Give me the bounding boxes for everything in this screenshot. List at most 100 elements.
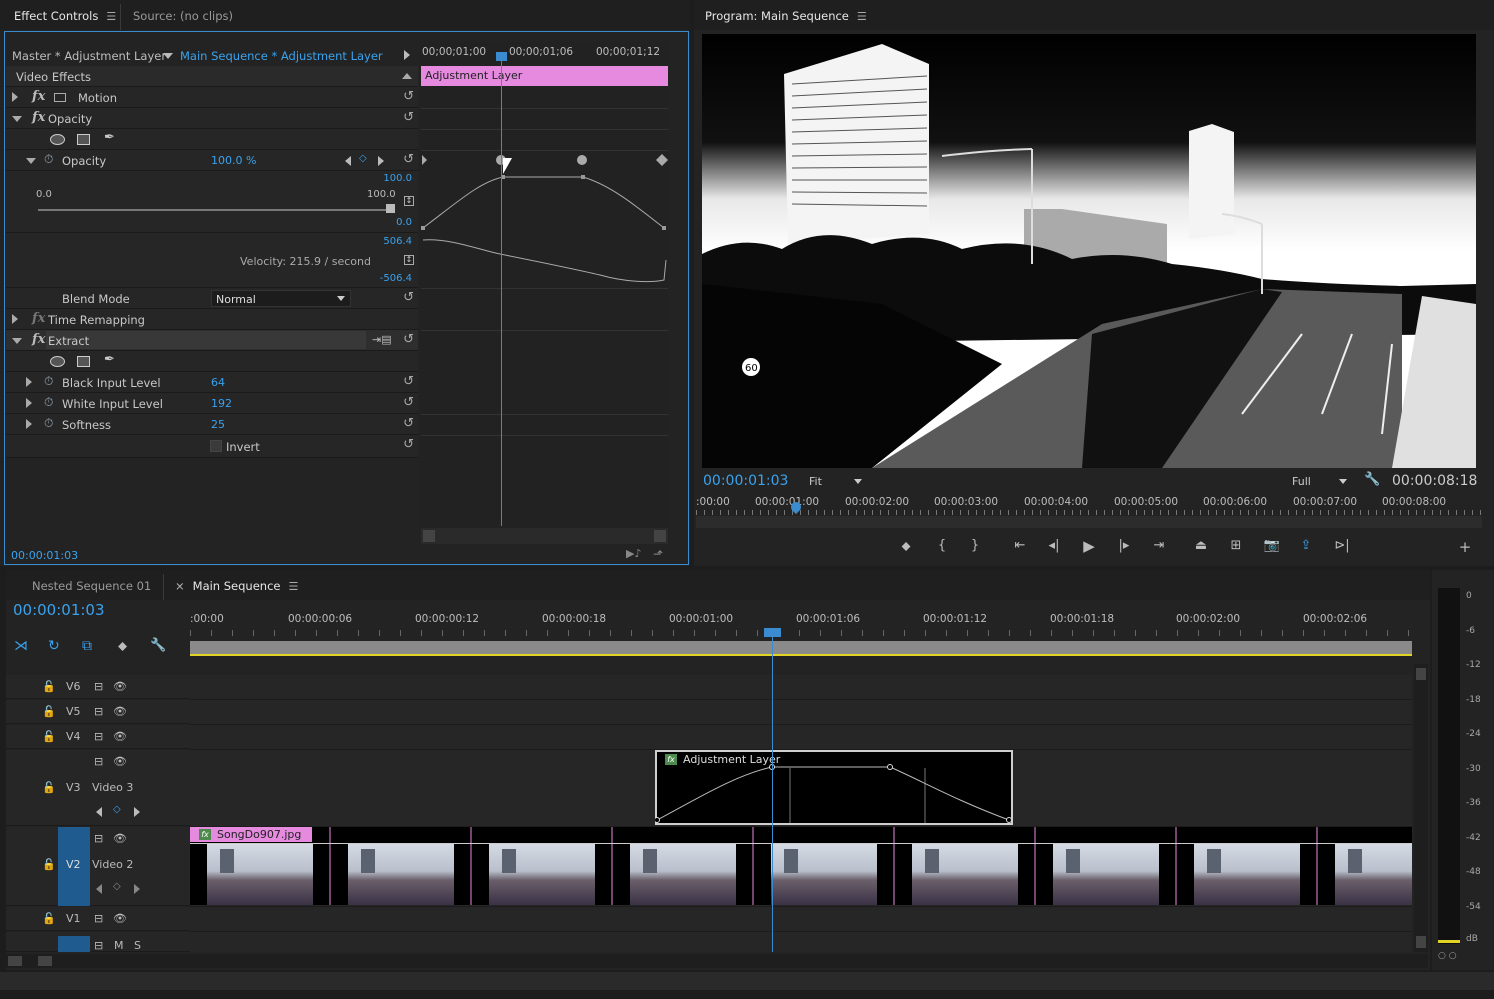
sequence-clip-label[interactable]: Main Sequence * Adjustment Layer — [180, 49, 383, 63]
add-keyframe-icon[interactable]: ◇ — [359, 153, 367, 164]
tab-source[interactable]: Source: (no clips) — [133, 0, 233, 30]
reset-icon[interactable]: ↺ — [403, 437, 414, 452]
close-tab-icon[interactable]: × — [175, 579, 185, 593]
reset-icon[interactable]: ↺ — [403, 416, 414, 431]
timeline-current-time[interactable]: 00:00:01:03 — [13, 601, 105, 619]
effect-row-time-remapping[interactable]: fx Time Remapping — [6, 309, 418, 330]
track-header-v1[interactable]: 🔓 V1 ⊟ 👁 — [6, 907, 190, 931]
fx-icon[interactable]: fx — [32, 110, 45, 125]
black-input-level-row[interactable]: ⏱ Black Input Level 64 ↺ — [6, 372, 418, 393]
lock-icon[interactable]: 🔓 — [42, 781, 56, 794]
ellipse-mask-icon[interactable] — [50, 356, 65, 367]
track-header-a1[interactable]: ⊟ M S — [6, 932, 190, 952]
rectangle-mask-icon[interactable] — [77, 356, 90, 367]
add-keyframe-icon[interactable]: ◇ — [113, 804, 121, 815]
play-icon[interactable]: ▶ — [1079, 537, 1099, 555]
expand-icon[interactable] — [12, 314, 18, 324]
panel-menu-icon[interactable]: ☰ — [106, 10, 116, 23]
timeline-playhead-line[interactable] — [772, 636, 773, 952]
reset-icon[interactable]: ↺ — [403, 332, 414, 347]
nest-toggle-icon[interactable]: ⧉ — [82, 638, 92, 654]
stopwatch-icon[interactable]: ⏱ — [44, 374, 53, 389]
ec-playhead-handle[interactable] — [496, 52, 507, 61]
graph-scale-icon[interactable]: ↕ — [404, 255, 414, 265]
sync-lock-icon[interactable]: ⊟ — [94, 705, 103, 718]
blend-mode-dropdown[interactable]: Normal — [211, 290, 351, 307]
timeline-playhead-handle[interactable] — [764, 628, 781, 637]
collapse-icon[interactable] — [26, 158, 36, 164]
ec-clip-bar[interactable]: Adjustment Layer — [421, 66, 668, 86]
snap-icon[interactable]: ⋊ — [14, 638, 28, 654]
share-icon[interactable]: ⇪ — [1296, 538, 1316, 553]
eye-icon[interactable]: 👁 — [113, 832, 127, 845]
eye-icon[interactable]: 👁 — [113, 755, 127, 768]
mark-out-icon[interactable]: } — [965, 538, 985, 553]
track-header-v6[interactable]: 🔓 V6 ⊟ 👁 — [6, 675, 190, 699]
graph-scale-icon[interactable]: ↕ — [404, 196, 414, 206]
track-header-v2[interactable]: ⊟ 👁 🔓 V2 Video 2 ◇ — [6, 827, 190, 906]
opacity-slider-handle[interactable] — [386, 204, 395, 213]
expand-icon[interactable] — [12, 92, 18, 102]
effect-list-icon[interactable]: ⇥▤ — [372, 333, 392, 346]
effect-row-extract[interactable]: fx Extract ⇥▤ ↺ — [6, 330, 418, 351]
solo-button[interactable]: S — [134, 939, 141, 952]
next-keyframe-icon[interactable] — [134, 884, 140, 894]
image-clip[interactable]: fx SongDo907.jpg — [190, 827, 1412, 905]
add-keyframe-icon[interactable]: ◇ — [113, 881, 121, 892]
timeline-vertical-scrollbar[interactable] — [1414, 664, 1428, 952]
track-header-v4[interactable]: 🔓 V4 ⊟ 👁 — [6, 725, 190, 749]
stopwatch-icon[interactable]: ⏱ — [44, 395, 53, 410]
quality-dropdown[interactable]: Full — [1288, 474, 1350, 490]
white-input-level-row[interactable]: ⏱ White Input Level 192 ↺ — [6, 393, 418, 414]
collapse-icon[interactable] — [12, 338, 22, 344]
tab-program[interactable]: Program: Main Sequence ☰ — [705, 0, 867, 30]
master-dropdown-icon[interactable] — [163, 53, 173, 59]
reset-icon[interactable]: ↺ — [403, 152, 414, 167]
rectangle-mask-icon[interactable] — [77, 134, 90, 145]
go-to-in-icon[interactable]: ⇤ — [1010, 538, 1030, 553]
add-marker-icon[interactable]: ⬥ — [896, 539, 916, 554]
eye-icon[interactable]: 👁 — [113, 912, 127, 925]
filter-audio-icon[interactable]: ▶♪ — [626, 547, 641, 560]
reset-icon[interactable]: ↺ — [403, 395, 414, 410]
trim-icon[interactable]: ⊳| — [1332, 538, 1352, 553]
ec-keyframe-graph[interactable] — [420, 150, 670, 290]
work-area-bar[interactable] — [190, 641, 1412, 655]
lock-icon[interactable]: 🔓 — [42, 730, 56, 743]
scroll-up-icon[interactable] — [402, 73, 412, 79]
mark-in-icon[interactable]: { — [932, 538, 952, 553]
scroll-handle[interactable] — [1416, 668, 1426, 680]
eye-icon[interactable]: 👁 — [113, 730, 127, 743]
meter-solo-icons[interactable]: ○ ○ — [1438, 951, 1457, 961]
next-keyframe-icon[interactable] — [378, 156, 384, 166]
export-icon[interactable]: ⬏ — [653, 547, 663, 561]
sync-lock-icon[interactable]: ⊟ — [94, 755, 103, 768]
stopwatch-icon[interactable]: ⏱ — [44, 416, 53, 431]
scroll-handle[interactable] — [38, 956, 52, 966]
prev-keyframe-icon[interactable] — [345, 156, 351, 166]
effect-row-opacity[interactable]: fx Opacity ↺ — [6, 108, 418, 129]
fx-icon[interactable]: fx — [32, 332, 45, 347]
lock-icon[interactable]: 🔓 — [42, 912, 56, 925]
prev-keyframe-icon[interactable] — [96, 807, 102, 817]
lock-icon[interactable]: 🔓 — [42, 858, 56, 871]
program-scrub-bar[interactable] — [696, 516, 1482, 528]
lift-icon[interactable]: ⏏ — [1191, 538, 1211, 553]
opacity-rubberband-line[interactable] — [190, 843, 1412, 844]
scroll-handle[interactable] — [423, 530, 435, 542]
reset-icon[interactable]: ↺ — [403, 110, 414, 125]
tab-effect-controls[interactable]: Effect Controls ☰ — [14, 0, 116, 30]
sync-lock-icon[interactable]: ⊟ — [94, 730, 103, 743]
ec-scrollbar[interactable] — [421, 528, 668, 544]
collapse-timeline-icon[interactable] — [404, 50, 410, 60]
opacity-value[interactable]: 100.0 % — [211, 154, 256, 167]
next-keyframe-icon[interactable] — [134, 807, 140, 817]
expand-icon[interactable] — [26, 419, 32, 429]
reset-icon[interactable]: ↺ — [403, 374, 414, 389]
scroll-handle[interactable] — [1416, 936, 1426, 948]
reset-icon[interactable]: ↺ — [403, 89, 414, 104]
lock-icon[interactable]: 🔓 — [42, 705, 56, 718]
eye-icon[interactable]: 👁 — [113, 680, 127, 693]
white-input-level-value[interactable]: 192 — [211, 397, 232, 410]
black-input-level-value[interactable]: 64 — [211, 376, 225, 389]
